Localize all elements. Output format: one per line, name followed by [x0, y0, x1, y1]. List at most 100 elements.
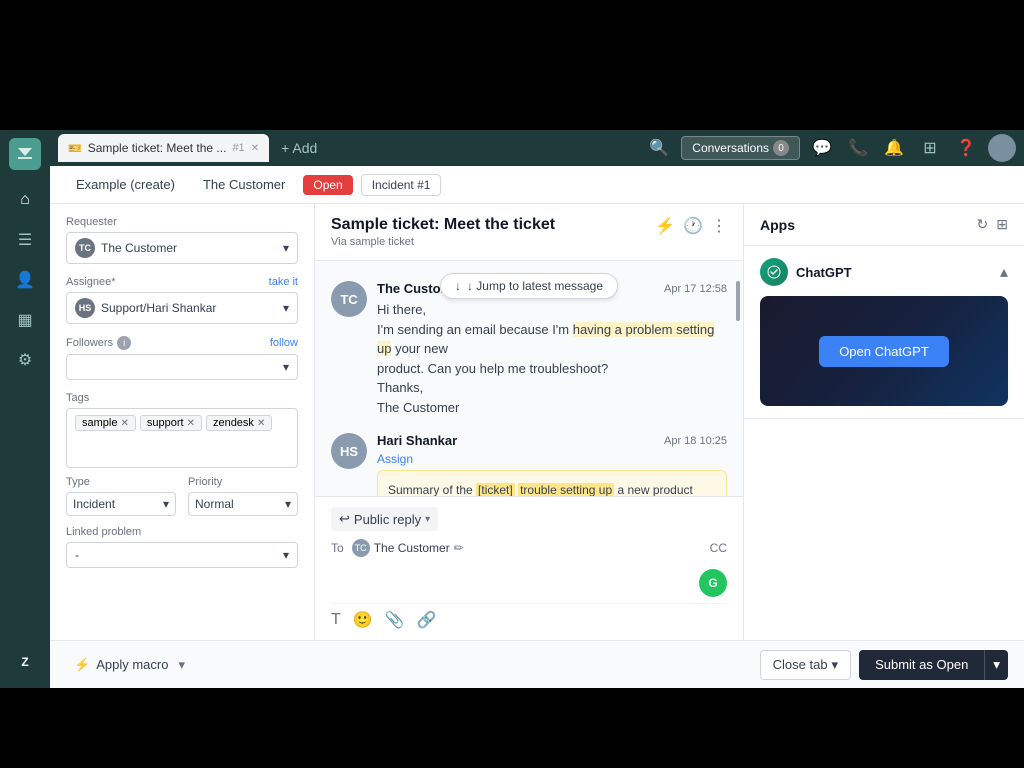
- priority-label: Priority: [188, 476, 298, 488]
- reply-tab-arrow: ▾: [425, 514, 430, 525]
- apply-macro-button[interactable]: ⚡ Apply macro ▾: [66, 653, 193, 677]
- tab-number: #1: [232, 142, 244, 154]
- chatgpt-logo: [760, 258, 788, 286]
- phone-icon[interactable]: 📞: [844, 134, 872, 162]
- followers-label: Followers: [66, 337, 113, 349]
- sub-tab-customer[interactable]: The Customer: [193, 173, 295, 196]
- tab-bar: 🎫 Sample ticket: Meet the ... #1 ✕ + Add…: [50, 130, 1024, 166]
- chatgpt-card: Open ChatGPT: [760, 296, 1008, 406]
- tab-close-icon[interactable]: ✕: [251, 143, 259, 154]
- edit-to-icon[interactable]: ✏: [454, 541, 464, 555]
- message-1-text: Hi there, I'm sending an email because I…: [377, 300, 727, 417]
- summary-box: Summary of the [ticket] trouble setting …: [377, 470, 727, 496]
- apps-header: Apps ↻ ⊞: [744, 204, 1024, 246]
- ticket-title: Sample ticket: Meet the ticket: [331, 216, 555, 234]
- nav-contacts-icon[interactable]: 👤: [7, 262, 43, 298]
- scrollbar-track: [735, 261, 741, 496]
- macro-icon: ⚡: [74, 657, 90, 673]
- tag-zendesk-remove[interactable]: ✕: [257, 418, 265, 429]
- reply-to-customer: TC The Customer ✏: [352, 539, 464, 557]
- to-label: To: [331, 541, 344, 555]
- close-tab-button[interactable]: Close tab ▾: [760, 650, 851, 680]
- jump-to-latest-button[interactable]: ↓ ↓ Jump to latest message: [440, 273, 618, 299]
- more-icon[interactable]: ⋮: [711, 216, 727, 236]
- nav-zendesk-icon[interactable]: Z: [7, 644, 43, 680]
- reply-tab-public[interactable]: ↩ Public reply ▾: [331, 507, 438, 531]
- cc-button[interactable]: CC: [710, 541, 727, 555]
- app-logo[interactable]: [9, 138, 41, 170]
- priority-select[interactable]: Normal ▾: [188, 492, 298, 516]
- open-chatgpt-button[interactable]: Open ChatGPT: [819, 336, 949, 367]
- summary-highlight2: trouble setting up: [518, 483, 614, 496]
- agent-avatar: HS: [331, 433, 367, 469]
- tab-title: Sample ticket: Meet the ...: [88, 141, 227, 155]
- refresh-icon[interactable]: ↻: [977, 216, 989, 233]
- attach-icon[interactable]: 📎: [385, 610, 405, 630]
- tags-container: sample ✕ support ✕ zendesk ✕: [66, 408, 298, 468]
- jump-arrow-icon: ↓: [455, 279, 461, 293]
- tab-icon: 🎫: [68, 142, 82, 155]
- requester-select[interactable]: TC The Customer ▾: [66, 232, 298, 264]
- sub-tab-open[interactable]: Open: [303, 175, 352, 195]
- grid-icon[interactable]: ⊞: [916, 134, 944, 162]
- nav-reporting-icon[interactable]: ▦: [7, 302, 43, 338]
- type-chevron: ▾: [163, 497, 169, 511]
- reply-editor[interactable]: G: [331, 563, 727, 603]
- follow-link[interactable]: follow: [270, 337, 298, 349]
- chatgpt-header[interactable]: ChatGPT ▴: [760, 258, 1008, 286]
- submit-as-open-button[interactable]: Submit as Open: [859, 650, 984, 680]
- close-tab-chevron: ▾: [832, 657, 839, 673]
- assign-link[interactable]: Assign: [377, 452, 727, 466]
- followers-chevron: ▾: [283, 360, 289, 374]
- message-1: TC The Customer Apr 17 12:58 Hi there, I…: [331, 281, 727, 417]
- linked-problem-select[interactable]: - ▾: [66, 542, 298, 568]
- linked-problem-value: -: [75, 548, 79, 562]
- chat-icon[interactable]: 💬: [808, 134, 836, 162]
- nav-home-icon[interactable]: ⌂: [7, 182, 43, 218]
- assignee-select[interactable]: HS Support/Hari Shankar ▾: [66, 292, 298, 324]
- tag-support-remove[interactable]: ✕: [187, 418, 195, 429]
- nav-settings-icon[interactable]: ⚙: [7, 342, 43, 378]
- reply-toolbar: T 🙂 📎 🔗: [331, 603, 727, 630]
- conversations-button[interactable]: Conversations 0: [681, 136, 800, 160]
- active-tab[interactable]: 🎫 Sample ticket: Meet the ... #1 ✕: [58, 134, 269, 162]
- priority-value: Normal: [195, 497, 234, 511]
- user-avatar[interactable]: [988, 134, 1016, 162]
- sub-tab-incident[interactable]: Incident #1: [361, 174, 442, 196]
- help-icon[interactable]: ❓: [952, 134, 980, 162]
- submit-dropdown-button[interactable]: ▾: [984, 650, 1008, 680]
- linked-problem-chevron: ▾: [283, 548, 289, 562]
- followers-info-icon[interactable]: i: [117, 336, 131, 350]
- scrollbar-thumb[interactable]: [736, 281, 740, 321]
- panels-container: Requester TC The Customer ▾ Assignee* ta…: [50, 204, 1024, 640]
- ticket-via: Via sample ticket: [331, 236, 555, 248]
- sub-tab-example[interactable]: Example (create): [66, 173, 185, 196]
- messages-container: ↓ ↓ Jump to latest message TC The Custom…: [315, 261, 743, 496]
- text-format-icon[interactable]: T: [331, 611, 341, 629]
- take-it-link[interactable]: take it: [269, 276, 298, 288]
- macro-label: Apply macro: [96, 657, 168, 672]
- followers-select[interactable]: ▾: [66, 354, 298, 380]
- apps-grid-icon[interactable]: ⊞: [996, 216, 1008, 233]
- type-select[interactable]: Incident ▾: [66, 492, 176, 516]
- tag-sample-remove[interactable]: ✕: [120, 418, 128, 429]
- chatgpt-title: ChatGPT: [760, 258, 852, 286]
- search-icon[interactable]: 🔍: [645, 134, 673, 162]
- add-tab-button[interactable]: + Add: [273, 136, 325, 160]
- reply-tab-label: Public reply: [354, 512, 421, 527]
- link-icon[interactable]: 🔗: [417, 610, 437, 630]
- grammarly-icon[interactable]: G: [699, 569, 727, 597]
- to-avatar: TC: [352, 539, 370, 557]
- top-black-bar: [0, 0, 1024, 130]
- bottom-black-bar: [0, 688, 1024, 768]
- submit-button-group: Submit as Open ▾: [859, 650, 1008, 680]
- nav-tickets-icon[interactable]: ☰: [7, 222, 43, 258]
- priority-chevron: ▾: [285, 497, 291, 511]
- message-1-body: The Customer Apr 17 12:58 Hi there, I'm …: [377, 281, 727, 417]
- history-icon[interactable]: 🕐: [683, 216, 703, 236]
- chatgpt-collapse-icon[interactable]: ▴: [1000, 262, 1008, 282]
- filter-icon[interactable]: ⚡: [655, 216, 675, 236]
- summary-highlight: [ticket]: [476, 483, 515, 496]
- emoji-icon[interactable]: 🙂: [353, 610, 373, 630]
- bell-icon[interactable]: 🔔: [880, 134, 908, 162]
